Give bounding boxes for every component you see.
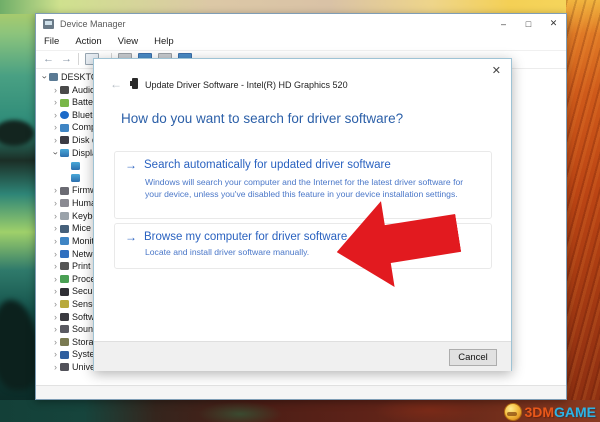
dialog-title: Update Driver Software - Intel(R) HD Gra… [145, 80, 348, 90]
print-icon [60, 262, 69, 270]
option-arrow-icon: → [125, 158, 137, 172]
menu-view[interactable]: View [110, 36, 146, 47]
dialog-back-icon[interactable]: ← [110, 77, 122, 91]
display-icon [71, 162, 80, 170]
device-tree: ›DESKTOP›Audio i›Batteri›Bluetoo›Comput›… [38, 71, 96, 374]
usb-icon [60, 363, 69, 371]
network-icon [60, 250, 69, 258]
status-bar [36, 385, 566, 399]
watermark: 3DMGAME [504, 403, 596, 421]
system-icon [60, 351, 69, 359]
chevron-icon[interactable]: › [51, 84, 60, 97]
processor-icon [60, 275, 69, 283]
chevron-icon[interactable]: › [51, 311, 60, 324]
menu-file[interactable]: File [36, 36, 67, 47]
display-icon [71, 174, 80, 182]
close-button[interactable]: ✕ [541, 14, 566, 33]
option-title[interactable]: Search automatically for updated driver … [144, 159, 391, 171]
window-controls: – □ ✕ [491, 14, 566, 33]
chevron-icon[interactable]: › [51, 184, 60, 197]
watermark-3dm: 3DM [524, 404, 554, 420]
chevron-icon[interactable]: › [51, 210, 60, 223]
background-artwork-top [0, 0, 600, 14]
forward-arrow-icon[interactable]: → [61, 54, 72, 65]
chevron-icon[interactable]: › [51, 134, 60, 147]
monitor-icon [60, 237, 69, 245]
chevron-icon[interactable]: › [51, 121, 60, 134]
battery-icon [60, 99, 69, 107]
disk-icon [60, 136, 69, 144]
background-artwork-right [566, 0, 600, 422]
minimize-button[interactable]: – [491, 14, 516, 33]
menu-action[interactable]: Action [67, 36, 109, 47]
chevron-icon[interactable]: › [51, 348, 60, 361]
chevron-icon[interactable]: › [51, 109, 60, 122]
firmware-icon [60, 187, 69, 195]
chevron-icon[interactable]: › [51, 336, 60, 349]
window-title: Device Manager [60, 19, 126, 29]
chevron-icon[interactable]: › [51, 222, 60, 235]
chevron-icon[interactable]: › [51, 260, 60, 273]
monitor-icon [60, 124, 69, 132]
chevron-icon[interactable]: › [51, 235, 60, 248]
update-driver-dialog: ✕ ← Update Driver Software - Intel(R) HD… [93, 58, 512, 371]
option-title[interactable]: Browse my computer for driver software [144, 231, 347, 243]
chevron-icon[interactable]: › [51, 248, 60, 261]
sound-icon [60, 325, 69, 333]
menu-bar: File Action View Help [36, 33, 566, 51]
chevron-icon[interactable]: › [49, 148, 62, 157]
menu-help[interactable]: Help [146, 36, 182, 47]
artwork-shape [0, 120, 34, 146]
title-bar[interactable]: Device Manager – □ ✕ [36, 14, 566, 33]
audio-icon [60, 86, 69, 94]
device-manager-icon [43, 19, 54, 29]
driver-icon [132, 78, 138, 89]
dialog-footer: Cancel [94, 341, 511, 371]
hid-icon [60, 199, 69, 207]
cancel-button[interactable]: Cancel [449, 349, 497, 366]
watermark-game: GAME [554, 404, 596, 420]
maximize-button[interactable]: □ [516, 14, 541, 33]
chevron-icon[interactable]: › [51, 361, 60, 374]
tree-item[interactable]: ›DESKTOP [38, 71, 98, 84]
option-description: Windows will search your computer and th… [145, 176, 477, 200]
bluetooth-icon [60, 111, 69, 119]
artwork-shape [0, 300, 38, 390]
keyboard-icon [60, 212, 69, 220]
dialog-heading: How do you want to search for driver sof… [121, 111, 403, 126]
3dmgame-mascot-icon [504, 403, 522, 421]
software-icon [60, 313, 69, 321]
chevron-icon[interactable]: › [38, 73, 51, 82]
chevron-icon[interactable]: › [51, 273, 60, 286]
chevron-icon[interactable]: › [51, 96, 60, 109]
toolbar-separator [78, 53, 79, 65]
background-artwork-left [0, 0, 36, 422]
security-icon [60, 288, 69, 296]
chevron-icon[interactable]: › [51, 323, 60, 336]
back-arrow-icon[interactable]: ← [43, 54, 54, 65]
option-arrow-icon: → [125, 230, 137, 244]
sensor-icon [60, 300, 69, 308]
watermark-text: 3DMGAME [524, 404, 596, 420]
chevron-icon[interactable]: › [51, 298, 60, 311]
dialog-close-icon[interactable]: ✕ [492, 64, 501, 77]
mouse-icon [60, 225, 69, 233]
option-search-automatically[interactable]: → Search automatically for updated drive… [114, 151, 492, 219]
chevron-icon[interactable]: › [51, 285, 60, 298]
chevron-icon[interactable]: › [51, 197, 60, 210]
storage-icon [60, 338, 69, 346]
